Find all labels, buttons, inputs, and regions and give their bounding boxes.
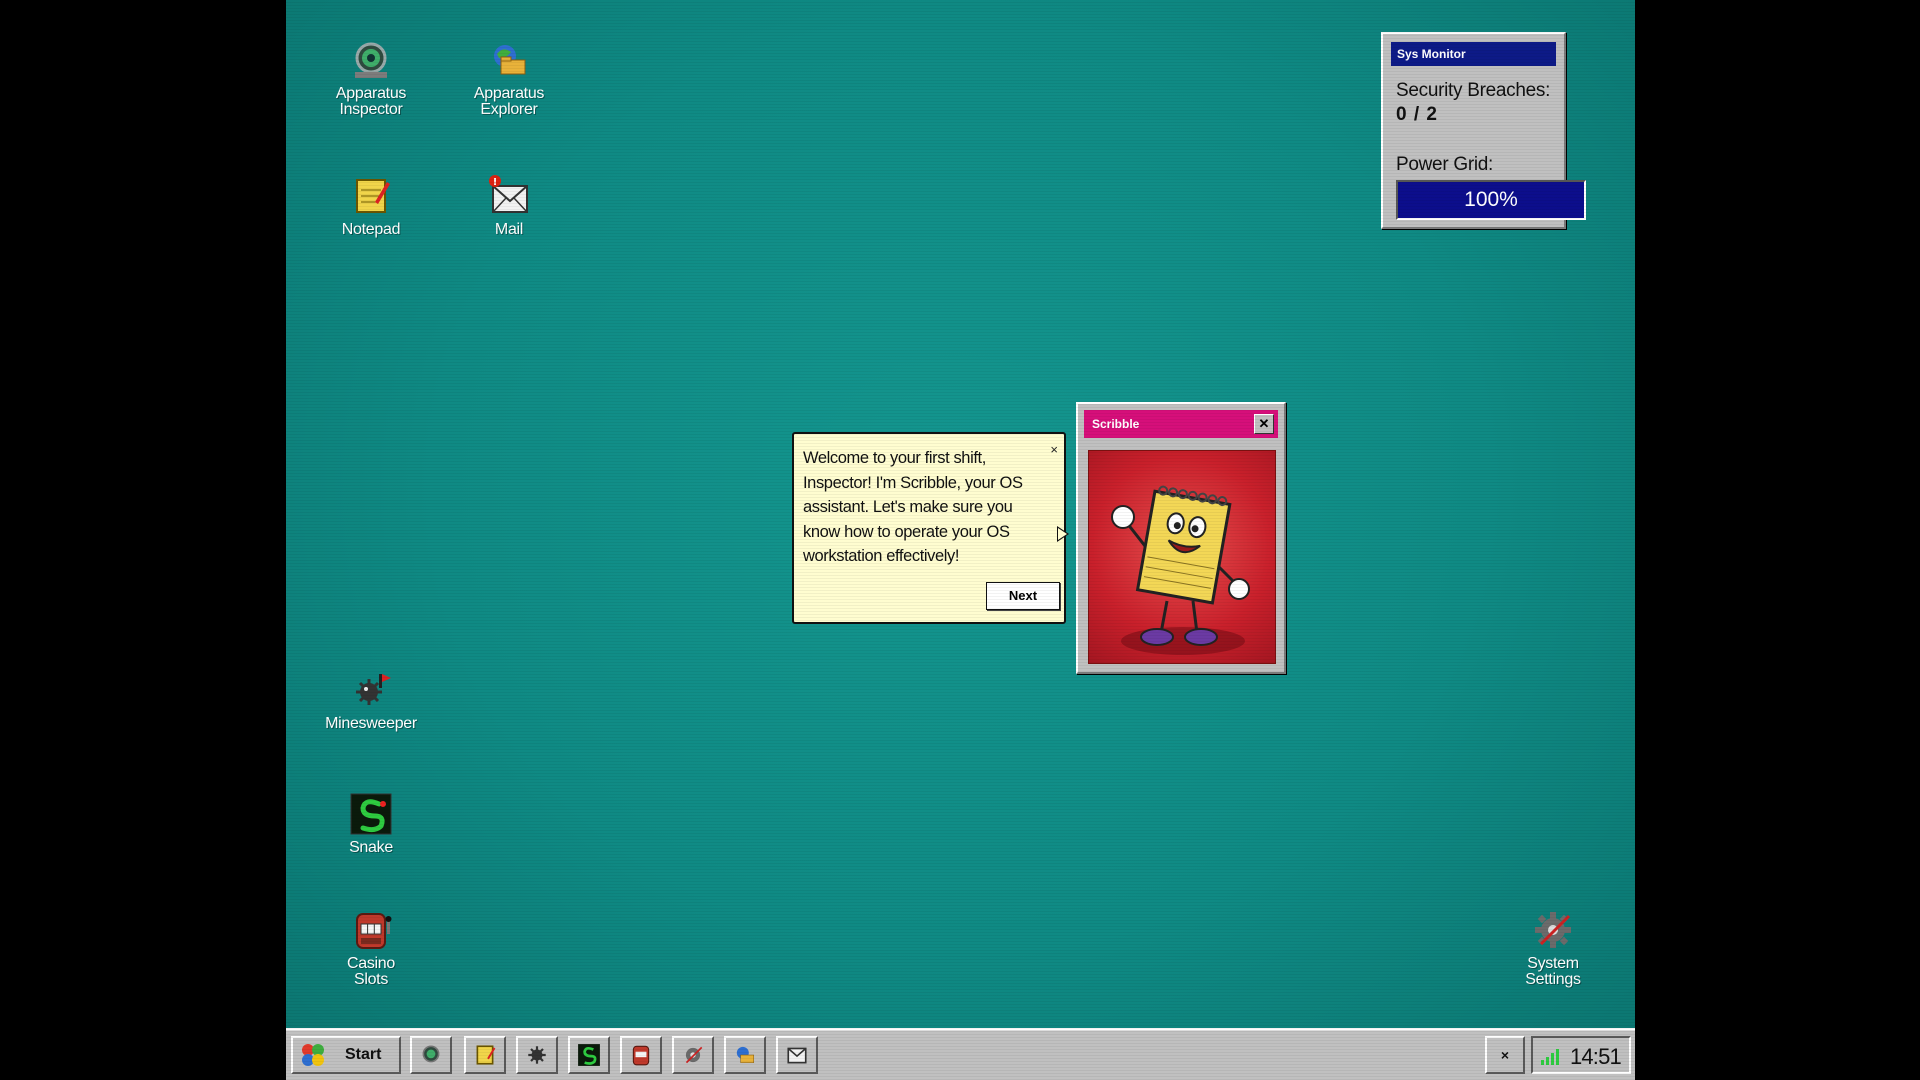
notepad-icon: [476, 1045, 496, 1065]
desktop: Apparatus Inspector Apparatus Explorer N…: [286, 0, 1635, 1080]
mail-shortcut[interactable]: ! Mail: [454, 174, 564, 238]
taskbar-minesweeper-button[interactable]: [516, 1036, 558, 1074]
icon-label: Apparatus Inspector: [335, 85, 407, 118]
taskbar-notepad-button[interactable]: [464, 1036, 506, 1074]
assistant-speech-bubble: × Welcome to your first shift, Inspector…: [792, 432, 1069, 624]
taskbar-close-button[interactable]: ×: [1485, 1036, 1525, 1074]
icon-label: Apparatus Explorer: [473, 85, 545, 118]
icon-label: Snake: [349, 839, 393, 856]
taskbar-mail-button[interactable]: [776, 1036, 818, 1074]
snake-icon: [578, 1044, 600, 1066]
scribble-window: Scribble ✕: [1076, 402, 1286, 674]
minesweeper-shortcut[interactable]: Minesweeper: [316, 668, 426, 732]
mine-icon: [356, 674, 391, 705]
icon-label: Casino Slots: [346, 955, 395, 988]
explorer-icon: [494, 45, 526, 75]
power-grid-value: 100%: [1464, 188, 1518, 211]
apparatus-explorer-shortcut[interactable]: Apparatus Explorer: [454, 38, 564, 118]
scribble-titlebar: Scribble ✕: [1084, 410, 1278, 438]
slot-machine-icon: [632, 1045, 650, 1066]
start-button[interactable]: Start: [291, 1036, 401, 1074]
icon-label: System Settings: [1525, 955, 1581, 988]
notepad-shortcut[interactable]: Notepad: [316, 174, 426, 238]
power-grid-bar: 100%: [1396, 180, 1586, 220]
taskbar-settings-button[interactable]: [672, 1036, 714, 1074]
icon-label: Notepad: [341, 221, 401, 238]
mail-icon: !: [489, 175, 528, 213]
icon-label: Mail: [494, 221, 524, 238]
scribble-title: Scribble: [1092, 417, 1140, 431]
icon-label: Minesweeper: [325, 715, 417, 732]
start-logo-icon: [302, 1044, 324, 1066]
snake-shortcut[interactable]: Snake: [316, 792, 426, 856]
notepad-mascot-icon: [1111, 485, 1250, 655]
mine-icon: [528, 1046, 546, 1064]
casino-slots-shortcut[interactable]: Casino Slots: [316, 908, 426, 988]
signal-icon: [1541, 1049, 1559, 1065]
start-label: Start: [345, 1046, 382, 1063]
security-breaches-label: Security Breaches:: [1396, 80, 1551, 101]
scribble-mascot-image: [1088, 450, 1276, 664]
assistant-message: Welcome to your first shift, Inspector! …: [803, 449, 1023, 565]
explorer-icon: [736, 1046, 754, 1063]
sys-monitor-title: Sys Monitor: [1391, 42, 1556, 66]
taskbar-casino-button[interactable]: [620, 1036, 662, 1074]
taskbar-snake-button[interactable]: [568, 1036, 610, 1074]
taskbar-explorer-button[interactable]: [724, 1036, 766, 1074]
taskbar-inspector-button[interactable]: [410, 1036, 452, 1074]
mail-icon: [787, 1047, 807, 1064]
notepad-icon: [356, 179, 390, 213]
slot-machine-icon: [356, 913, 392, 949]
gear-icon: [1535, 912, 1571, 948]
next-button[interactable]: Next: [986, 582, 1060, 610]
mail-badge: !: [493, 177, 498, 188]
apparatus-inspector-shortcut[interactable]: Apparatus Inspector: [316, 38, 426, 118]
dismiss-bubble-button[interactable]: ×: [1050, 442, 1058, 457]
magnifier-icon: [422, 1045, 440, 1063]
snake-icon: [350, 793, 392, 835]
magnifier-icon: [355, 42, 387, 78]
close-button[interactable]: ✕: [1254, 414, 1274, 434]
system-settings-shortcut[interactable]: System Settings: [1498, 908, 1608, 988]
power-grid-label: Power Grid:: [1396, 154, 1494, 175]
taskbar: Start × 14:51: [286, 1028, 1635, 1080]
clock: 14:51: [1569, 1044, 1622, 1069]
sys-monitor-window: Sys Monitor Security Breaches: 0 / 2 Pow…: [1381, 32, 1586, 229]
system-tray: 14:51: [1531, 1036, 1631, 1074]
security-breaches-value: 0 / 2: [1396, 104, 1438, 125]
gear-icon: [685, 1046, 703, 1064]
